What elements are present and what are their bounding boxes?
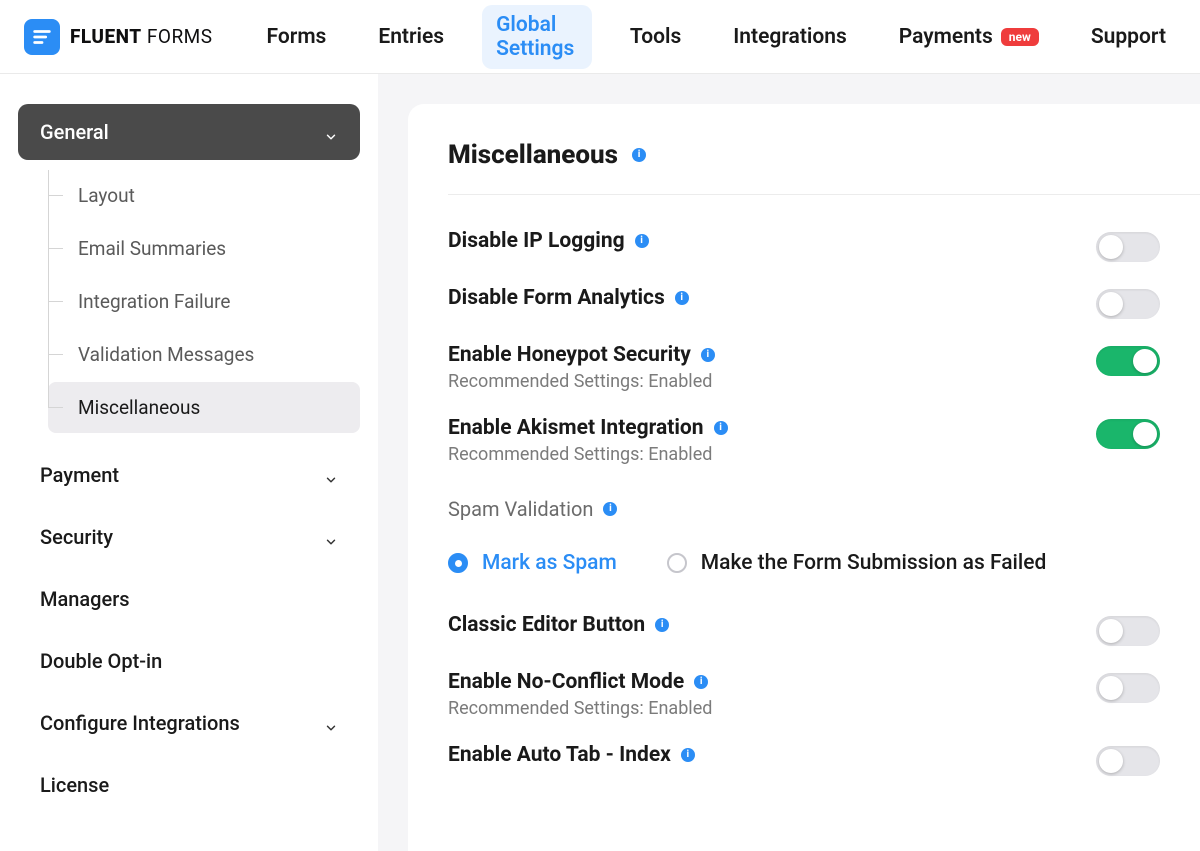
sidebar-cat-security-label: Security xyxy=(40,525,113,549)
nav-entries[interactable]: Entries xyxy=(364,17,458,57)
sidebar-item-integration-failure[interactable]: Integration Failure xyxy=(48,276,360,327)
setting-auto-tab-label: Enable Auto Tab - Index xyxy=(448,743,671,767)
spam-validation-label: Spam Validation xyxy=(448,497,593,521)
setting-akismet: Enable Akismet Integration i Recommended… xyxy=(448,402,1160,475)
sidebar-cat-double-opt-in-label: Double Opt-in xyxy=(40,649,162,673)
setting-honeypot-recommended: Recommended Settings: Enabled xyxy=(448,371,1096,392)
info-icon[interactable]: i xyxy=(635,234,649,248)
sidebar-item-miscellaneous[interactable]: Miscellaneous xyxy=(48,382,360,433)
nav-payments[interactable]: Payments new xyxy=(885,17,1053,57)
brand[interactable]: FLUENT FORMS xyxy=(24,19,213,55)
page-title: Miscellaneous xyxy=(448,140,618,170)
nav-support[interactable]: Support xyxy=(1077,17,1180,57)
radio-submission-failed-label: Make the Form Submission as Failed xyxy=(701,551,1047,575)
setting-honeypot-label: Enable Honeypot Security xyxy=(448,343,691,367)
sidebar-item-layout[interactable]: Layout xyxy=(48,170,360,221)
nav-tools[interactable]: Tools xyxy=(616,17,695,57)
chevron-down-icon xyxy=(324,716,338,730)
sidebar-cat-managers[interactable]: Managers xyxy=(18,571,360,627)
toggle-akismet[interactable] xyxy=(1096,419,1160,449)
page-title-row: Miscellaneous i xyxy=(448,140,1200,195)
nav-forms[interactable]: Forms xyxy=(253,17,341,57)
setting-disable-analytics-label: Disable Form Analytics xyxy=(448,286,665,310)
settings-sidebar: General Layout Email Summaries Integrati… xyxy=(0,74,378,851)
info-icon[interactable]: i xyxy=(655,618,669,632)
sidebar-cat-security[interactable]: Security xyxy=(18,509,360,565)
info-icon[interactable]: i xyxy=(714,421,728,435)
nav-global-settings[interactable]: Global Settings xyxy=(482,5,592,69)
setting-auto-tab: Enable Auto Tab - Index i xyxy=(448,729,1160,786)
sidebar-cat-double-opt-in[interactable]: Double Opt-in xyxy=(18,633,360,689)
setting-disable-ip-label: Disable IP Logging xyxy=(448,229,625,253)
sidebar-cat-managers-label: Managers xyxy=(40,587,130,611)
toggle-disable-analytics[interactable] xyxy=(1096,289,1160,319)
toggle-auto-tab[interactable] xyxy=(1096,746,1160,776)
sidebar-item-validation-messages[interactable]: Validation Messages xyxy=(48,329,360,380)
radio-mark-as-spam[interactable]: Mark as Spam xyxy=(448,551,617,575)
sidebar-sublist-general: Layout Email Summaries Integration Failu… xyxy=(18,170,360,433)
radio-button-icon xyxy=(667,553,687,573)
nav-integrations[interactable]: Integrations xyxy=(719,17,860,57)
spam-validation-options: Mark as Spam Make the Form Submission as… xyxy=(448,551,1160,575)
info-icon[interactable]: i xyxy=(603,502,617,516)
spam-validation-label-row: Spam Validation i xyxy=(448,497,617,521)
info-icon[interactable]: i xyxy=(681,748,695,762)
setting-noconflict: Enable No-Conflict Mode i Recommended Se… xyxy=(448,656,1160,729)
nav-payments-new-badge: new xyxy=(1001,28,1039,46)
radio-mark-as-spam-label: Mark as Spam xyxy=(482,551,617,575)
sidebar-cat-configure-integrations-label: Configure Integrations xyxy=(40,711,240,735)
sidebar-cat-license-label: License xyxy=(40,773,109,797)
sidebar-cat-general[interactable]: General xyxy=(18,104,360,160)
top-nav: Forms Entries Global Settings Tools Inte… xyxy=(253,5,1180,69)
sidebar-cat-payment[interactable]: Payment xyxy=(18,447,360,503)
sidebar-cat-payment-label: Payment xyxy=(40,463,119,487)
setting-akismet-label: Enable Akismet Integration xyxy=(448,416,704,440)
sidebar-item-email-summaries[interactable]: Email Summaries xyxy=(48,223,360,274)
info-icon[interactable]: i xyxy=(701,348,715,362)
sidebar-cat-configure-integrations[interactable]: Configure Integrations xyxy=(18,695,360,751)
setting-noconflict-label: Enable No-Conflict Mode xyxy=(448,670,684,694)
sidebar-cat-license[interactable]: License xyxy=(18,757,360,813)
main-panel: Miscellaneous i Disable IP Logging i xyxy=(378,74,1200,851)
setting-classic-editor-label: Classic Editor Button xyxy=(448,613,645,637)
setting-disable-analytics: Disable Form Analytics i xyxy=(448,272,1160,329)
brand-logo-icon xyxy=(24,19,60,55)
info-icon[interactable]: i xyxy=(632,148,646,162)
info-icon[interactable]: i xyxy=(675,291,689,305)
sidebar-cat-general-label: General xyxy=(40,120,109,144)
setting-disable-ip-logging: Disable IP Logging i xyxy=(448,215,1160,272)
toggle-honeypot[interactable] xyxy=(1096,346,1160,376)
chevron-down-icon xyxy=(324,125,338,139)
brand-name: FLUENT FORMS xyxy=(70,25,213,48)
setting-classic-editor: Classic Editor Button i xyxy=(448,599,1160,656)
chevron-down-icon xyxy=(324,468,338,482)
toggle-classic-editor[interactable] xyxy=(1096,616,1160,646)
top-bar: FLUENT FORMS Forms Entries Global Settin… xyxy=(0,0,1200,74)
setting-akismet-recommended: Recommended Settings: Enabled xyxy=(448,444,1096,465)
info-icon[interactable]: i xyxy=(694,675,708,689)
setting-honeypot: Enable Honeypot Security i Recommended S… xyxy=(448,329,1160,402)
setting-noconflict-recommended: Recommended Settings: Enabled xyxy=(448,698,1096,719)
radio-button-icon xyxy=(448,553,468,573)
radio-submission-failed[interactable]: Make the Form Submission as Failed xyxy=(667,551,1047,575)
toggle-disable-ip-logging[interactable] xyxy=(1096,232,1160,262)
toggle-noconflict[interactable] xyxy=(1096,673,1160,703)
settings-card: Miscellaneous i Disable IP Logging i xyxy=(408,104,1200,851)
nav-payments-label: Payments xyxy=(899,25,993,49)
chevron-down-icon xyxy=(324,530,338,544)
